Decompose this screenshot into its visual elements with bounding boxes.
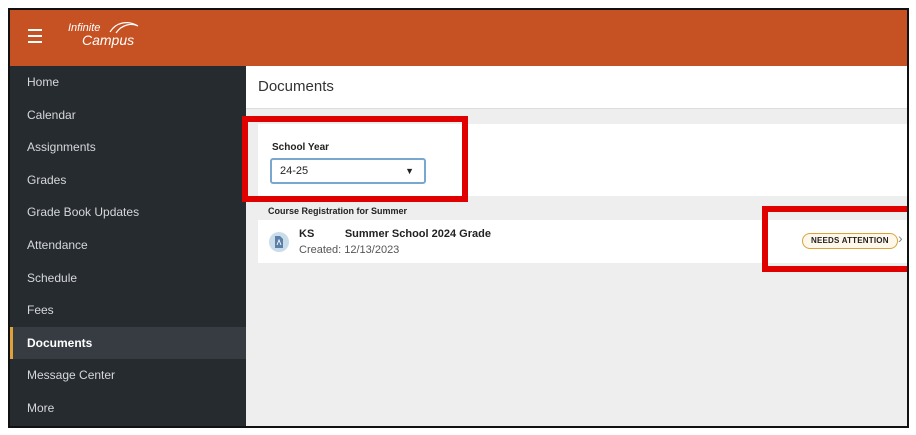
- sidebar-item-documents[interactable]: Documents: [10, 326, 246, 360]
- sidebar-item-schedule[interactable]: Schedule: [10, 262, 246, 295]
- sidebar-item-more[interactable]: More: [10, 392, 246, 425]
- sidebar-item-attendance[interactable]: Attendance: [10, 229, 246, 262]
- document-name[interactable]: KS Summer School 2024 Grade: [299, 228, 491, 240]
- sidebar-item-assignments[interactable]: Assignments: [10, 131, 246, 164]
- sidebar-item-grade-book-updates[interactable]: Grade Book Updates: [10, 196, 246, 229]
- section-label: Course Registration for Summer: [268, 206, 408, 216]
- highlight-box-status: [762, 206, 907, 272]
- sidebar-nav: Home Calendar Assignments Grades Grade B…: [10, 66, 246, 426]
- document-created-date: Created: 12/13/2023: [299, 244, 400, 256]
- pdf-file-icon: [269, 232, 289, 252]
- menu-icon[interactable]: [28, 29, 42, 43]
- infinite-campus-logo[interactable]: Infinite Campus: [68, 22, 139, 47]
- top-bar: Infinite Campus: [10, 10, 907, 66]
- page-title: Documents: [258, 78, 334, 95]
- logo-swoosh-icon: [109, 22, 139, 34]
- highlight-box-school-year: [242, 116, 468, 202]
- sidebar-item-message-center[interactable]: Message Center: [10, 359, 246, 392]
- sidebar-item-grades[interactable]: Grades: [10, 164, 246, 197]
- page-header: Documents: [246, 66, 907, 109]
- sidebar-item-fees[interactable]: Fees: [10, 294, 246, 327]
- sidebar-item-calendar[interactable]: Calendar: [10, 99, 246, 132]
- sidebar-item-home[interactable]: Home: [10, 66, 246, 99]
- app-window: Infinite Campus Home Calendar Assignment…: [8, 8, 909, 428]
